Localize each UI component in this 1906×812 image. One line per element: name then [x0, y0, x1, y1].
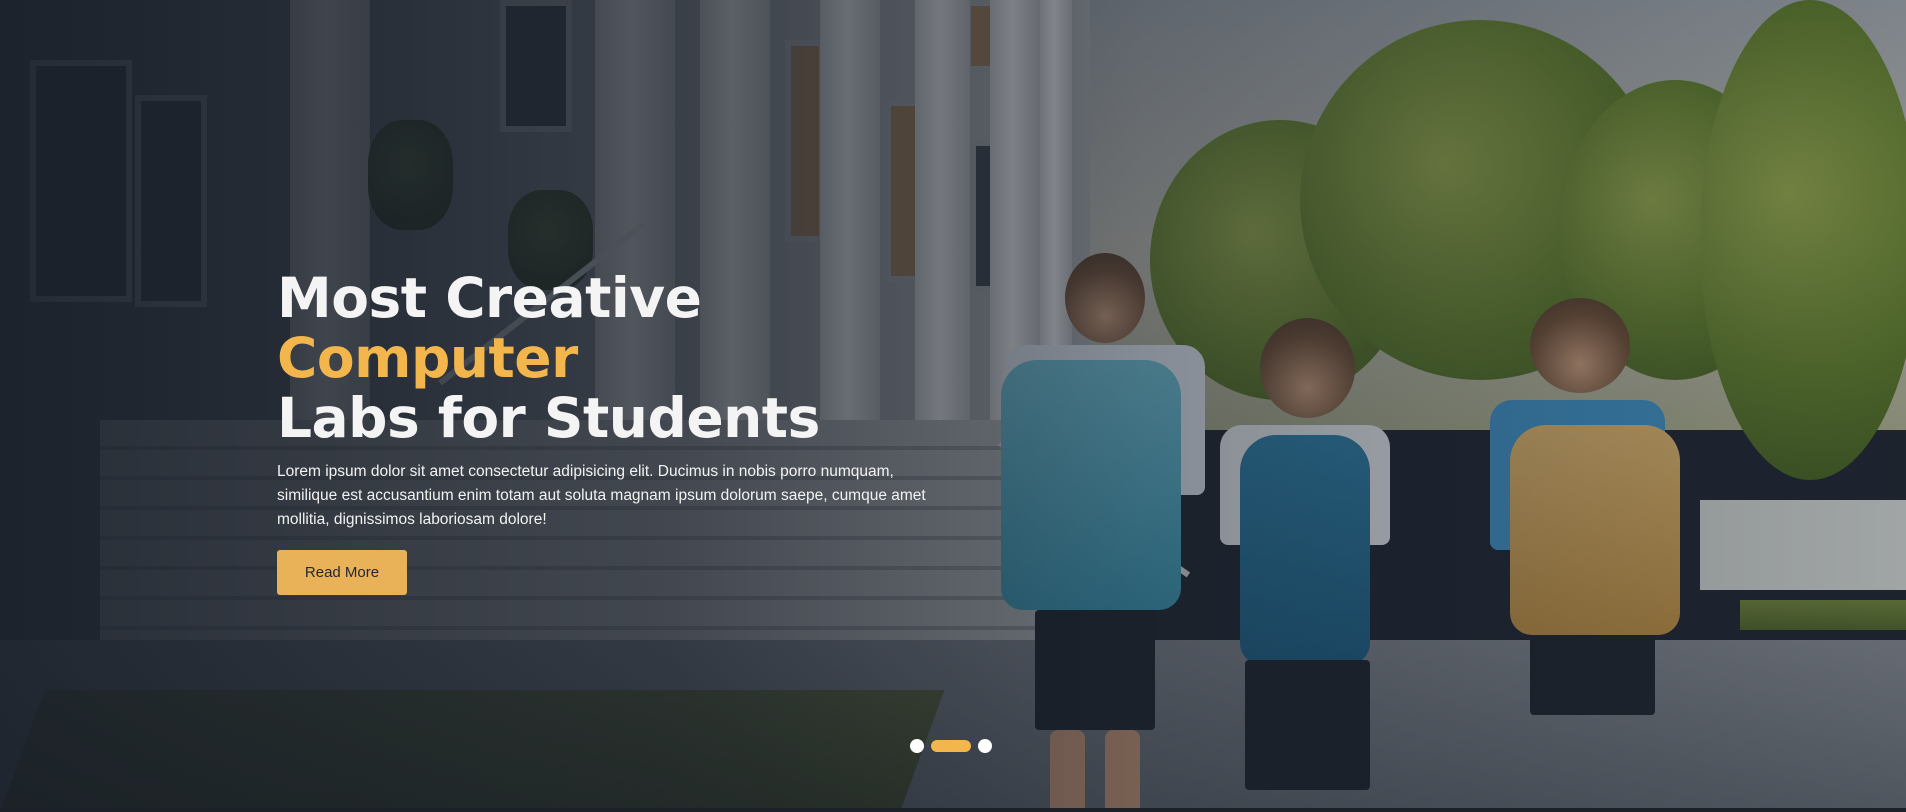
read-more-button[interactable]: Read More	[277, 550, 407, 595]
bottom-edge	[0, 808, 1906, 812]
slider-dot-2-active[interactable]	[931, 740, 971, 752]
slider-dot-1[interactable]	[910, 739, 924, 753]
hero-slider: Most Creative Computer Labs for Students …	[0, 0, 1906, 812]
hero-title-part2: Labs for Students	[277, 386, 820, 450]
hero-title: Most Creative Computer Labs for Students	[277, 268, 977, 448]
hero-title-accent: Computer	[277, 326, 578, 390]
hero-description: Lorem ipsum dolor sit amet consectetur a…	[277, 463, 926, 528]
slider-dot-3[interactable]	[978, 739, 992, 753]
hero-title-part1: Most Creative	[277, 266, 702, 330]
hero-content: Most Creative Computer Labs for Students …	[277, 268, 977, 595]
slider-pagination	[910, 739, 992, 753]
